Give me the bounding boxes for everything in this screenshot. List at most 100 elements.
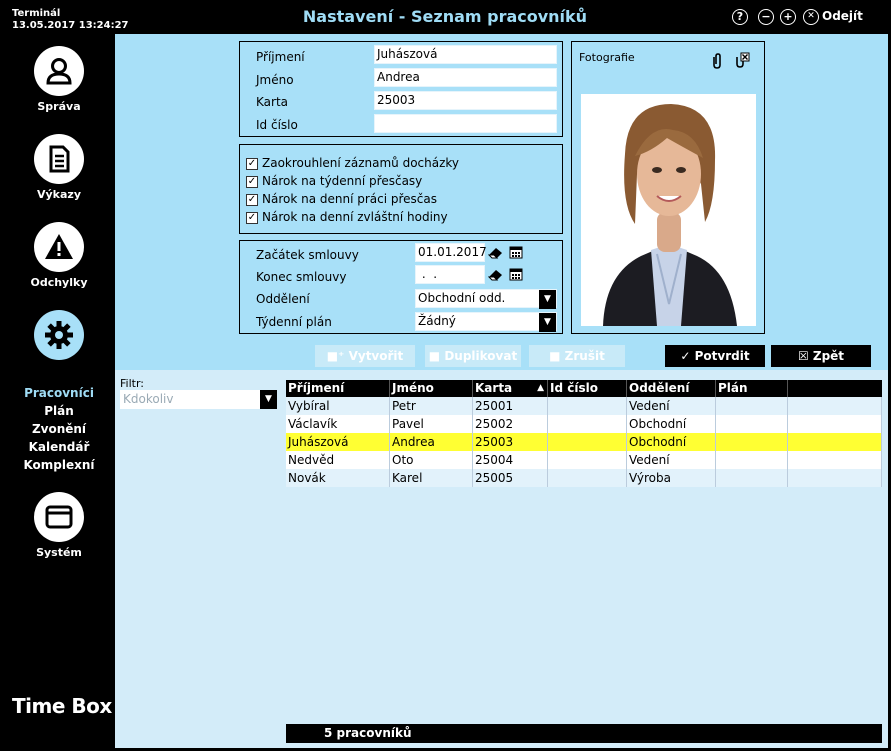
duplicate-icon: ■: [428, 349, 445, 363]
special-hours-checkbox[interactable]: ✓ Nárok na denní zvláštní hodiny: [246, 210, 448, 226]
back-label: Zpět: [812, 349, 845, 363]
table-row[interactable]: JuhászováAndrea25003 Obchodní odd.: [286, 433, 882, 467]
nav-nastaveni-button[interactable]: [3, 310, 115, 390]
chevron-down-icon[interactable]: ▼: [539, 313, 556, 332]
filter-select[interactable]: Kdokoliv ▼: [120, 390, 277, 409]
cell-card: 25004: [473, 451, 548, 469]
chevron-down-icon[interactable]: ▼: [260, 390, 277, 409]
page-title: Nastavení - Seznam pracovníků: [302, 7, 588, 26]
create-button[interactable]: ■⁺ Vytvořit: [315, 345, 415, 367]
confirm-label: Potvrdit: [694, 349, 750, 363]
id-label: Id číslo: [256, 118, 298, 132]
terminal-label: Terminál: [12, 8, 61, 19]
eraser-icon[interactable]: [488, 245, 504, 260]
cell-plan: [716, 469, 788, 487]
nav-odchylky-button[interactable]: Odchylky: [3, 222, 115, 302]
calendar-icon[interactable]: [509, 245, 523, 259]
surname-label: Příjmení: [256, 50, 305, 64]
cell-card: 25005: [473, 469, 548, 487]
cancel-label: Zrušit: [564, 349, 605, 363]
sidebar-item-pracovnici[interactable]: Pracovníci: [3, 386, 115, 400]
checkbox-mark: ✓: [246, 211, 258, 224]
cell-name: Oto: [390, 451, 473, 469]
cell-plan: [716, 451, 788, 469]
maximize-icon[interactable]: +: [780, 9, 796, 25]
cell-card: 25002: [473, 415, 548, 433]
remove-attachment-icon[interactable]: [734, 52, 750, 68]
cell-name: Andrea: [390, 433, 473, 451]
employee-photo: [581, 94, 756, 326]
cell-id: [548, 469, 627, 487]
title-bar: Terminál 13.05.2017 13:24:27 Nastavení -…: [0, 0, 891, 34]
column-header-card[interactable]: Karta ▲: [473, 380, 548, 397]
checkbox-mark: ✓: [246, 193, 258, 206]
duplicate-label: Duplikovat: [444, 349, 518, 363]
contract-start-field[interactable]: 01.01.2017: [415, 243, 487, 262]
identity-panel: Příjmení Juhászová Jméno Andrea Karta 25…: [239, 41, 563, 137]
back-button[interactable]: ☒ Zpět: [771, 345, 871, 367]
attach-icon[interactable]: [711, 53, 723, 69]
options-panel: ✓ Zaokrouhlení záznamů docházky ✓ Nárok na…: [239, 144, 563, 234]
cell-card: 25003: [473, 433, 548, 451]
photo-panel: Fotografie: [571, 41, 765, 334]
calendar-icon[interactable]: [509, 267, 523, 281]
duplicate-button[interactable]: ■ Duplikovat: [425, 345, 521, 367]
table-row[interactable]: Vybíral Petr 25001 Vedení: [286, 397, 882, 415]
weekly-plan-select[interactable]: Žádný ▼: [415, 312, 557, 332]
column-header-empty: [788, 380, 882, 397]
column-header-department[interactable]: Oddělení: [627, 380, 716, 397]
department-label: Oddělení: [256, 292, 310, 306]
gear-icon: [34, 310, 84, 360]
column-header-plan[interactable]: Plán: [716, 380, 788, 397]
checkbox-label: Zaokrouhlení záznamů docházky: [262, 156, 460, 170]
cell-surname: Václavík: [286, 415, 390, 433]
checkbox-label: Nárok na denní zvláštní hodiny: [262, 210, 448, 224]
card-field[interactable]: 25003: [374, 91, 557, 110]
cell-id: [548, 433, 627, 451]
nav-vykazy-button[interactable]: Výkazy: [3, 134, 115, 214]
minimize-icon[interactable]: −: [758, 9, 774, 25]
sidebar-item-kalendar[interactable]: Kalendář: [3, 440, 115, 454]
table-row[interactable]: Novák Karel 25005 Výroba: [286, 469, 882, 487]
contract-panel: Začátek smlouvy 01.01.2017 Konec smlouvy…: [239, 240, 563, 334]
sort-asc-icon: ▲: [537, 383, 544, 393]
department-select[interactable]: Obchodní odd. ▼: [415, 289, 557, 309]
sidebar-item-zvoneni[interactable]: Zvonění: [3, 422, 115, 436]
surname-field[interactable]: Juhászová: [374, 45, 557, 64]
nav-label: Odchylky: [30, 276, 88, 289]
table-row[interactable]: Nedvěd Oto 25004 Vedení: [286, 451, 882, 469]
column-header-name[interactable]: Jméno: [390, 380, 473, 397]
close-icon[interactable]: ✕: [803, 9, 819, 25]
nav-sprava-button[interactable]: Správa: [3, 46, 115, 126]
help-icon[interactable]: ?: [732, 9, 748, 25]
cell-id: [548, 415, 627, 433]
confirm-button[interactable]: ✓ Potvrdit: [665, 345, 765, 367]
nav-system-button[interactable]: Systém: [3, 492, 115, 572]
column-header-surname[interactable]: Příjmení: [286, 380, 390, 397]
id-field[interactable]: [374, 114, 557, 133]
user-icon: [34, 46, 84, 96]
nav-label: Správa: [37, 100, 81, 113]
column-header-id[interactable]: Id číslo: [548, 380, 627, 397]
cell-dept: Výroba: [627, 469, 716, 487]
sidebar-item-plan[interactable]: Plán: [3, 404, 115, 418]
cancel-button[interactable]: ■ Zrušit: [529, 345, 625, 367]
contract-end-field[interactable]: . .: [415, 265, 485, 284]
photo-label: Fotografie: [579, 51, 635, 64]
table-row[interactable]: VáclavíkPavel25002 Obchodní odd.: [286, 415, 882, 449]
cell-card: 25001: [473, 397, 548, 415]
name-field[interactable]: Andrea: [374, 68, 557, 87]
cell-surname: Vybíral: [286, 397, 390, 415]
chevron-down-icon[interactable]: ▼: [539, 290, 556, 309]
cell-dept: Vedení: [627, 397, 716, 415]
eraser-icon[interactable]: [488, 267, 504, 282]
create-label: Vytvořit: [348, 349, 404, 363]
weekly-overtime-checkbox[interactable]: ✓ Nárok na týdenní přesčasy: [246, 174, 422, 190]
rounding-checkbox[interactable]: ✓ Zaokrouhlení záznamů docházky: [246, 156, 459, 172]
sidebar-item-komplexni[interactable]: Komplexní: [3, 458, 115, 472]
cell-id: [548, 451, 627, 469]
daily-overtime-checkbox[interactable]: ✓ Nárok na denní práci přesčas: [246, 192, 437, 208]
brand-logo: Time Box: [12, 694, 112, 718]
weekly-plan-label: Týdenní plán: [256, 315, 332, 329]
quit-button[interactable]: Odejít: [822, 9, 863, 23]
